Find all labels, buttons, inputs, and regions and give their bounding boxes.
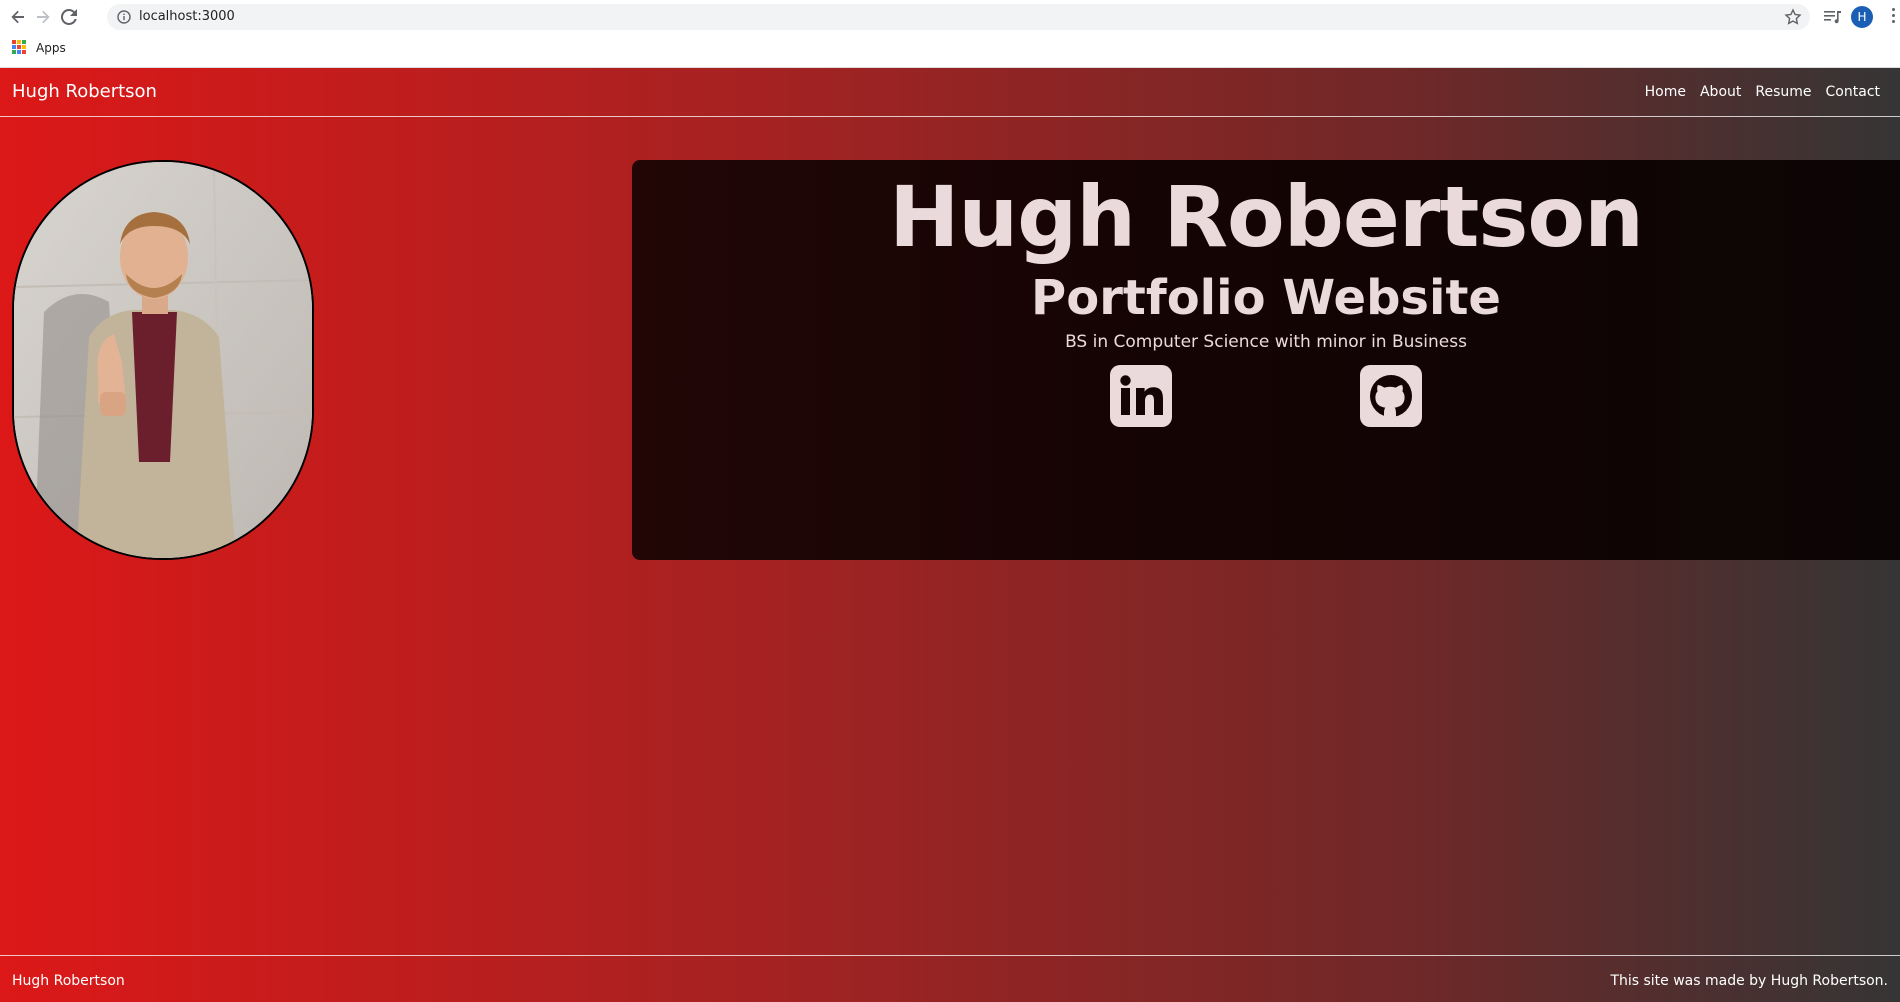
- kebab-menu-icon[interactable]: [1891, 8, 1897, 26]
- browser-toolbar: localhost:3000 H: [0, 0, 1900, 34]
- site-footer: Hugh Robertson This site was made by Hug…: [0, 955, 1900, 1002]
- nav-link-home[interactable]: Home: [1645, 84, 1686, 100]
- site-navbar: Hugh Robertson Home About Resume Contact: [0, 68, 1900, 117]
- bookmarks-bar: [0, 34, 1900, 68]
- nav-links: Home About Resume Contact: [1631, 84, 1880, 100]
- profile-avatar[interactable]: H: [1851, 6, 1873, 28]
- site-info-icon[interactable]: [117, 10, 131, 24]
- navbar-brand[interactable]: Hugh Robertson: [12, 81, 157, 102]
- reload-icon[interactable]: [57, 5, 81, 29]
- footer-credit: This site was made by Hugh Robertson.: [1610, 973, 1888, 989]
- hero-title: Hugh Robertson: [889, 168, 1644, 266]
- linkedin-icon[interactable]: [1110, 365, 1172, 427]
- media-control-icon[interactable]: [1822, 7, 1842, 27]
- forward-arrow-icon[interactable]: [31, 5, 55, 29]
- address-bar[interactable]: localhost:3000: [107, 4, 1810, 30]
- github-icon[interactable]: [1360, 365, 1422, 427]
- hero-subtitle: Portfolio Website: [1031, 270, 1501, 326]
- nav-link-contact[interactable]: Contact: [1826, 84, 1880, 100]
- page-viewport: Hugh Robertson Home About Resume Contact: [0, 68, 1900, 1002]
- nav-link-about[interactable]: About: [1700, 84, 1741, 100]
- hero-panel: Hugh Robertson Portfolio Website BS in C…: [632, 160, 1900, 560]
- apps-grid-icon[interactable]: [12, 40, 26, 54]
- hero-degree: BS in Computer Science with minor in Bus…: [1065, 332, 1467, 352]
- footer-brand: Hugh Robertson: [12, 973, 125, 989]
- url-text: localhost:3000: [139, 9, 235, 24]
- back-arrow-icon[interactable]: [6, 5, 30, 29]
- profile-photo: [12, 160, 314, 560]
- profile-photo-illustration: [14, 162, 312, 558]
- bookmark-star-icon[interactable]: [1784, 8, 1802, 26]
- apps-bookmark-label[interactable]: Apps: [36, 41, 66, 55]
- nav-link-resume[interactable]: Resume: [1755, 84, 1811, 100]
